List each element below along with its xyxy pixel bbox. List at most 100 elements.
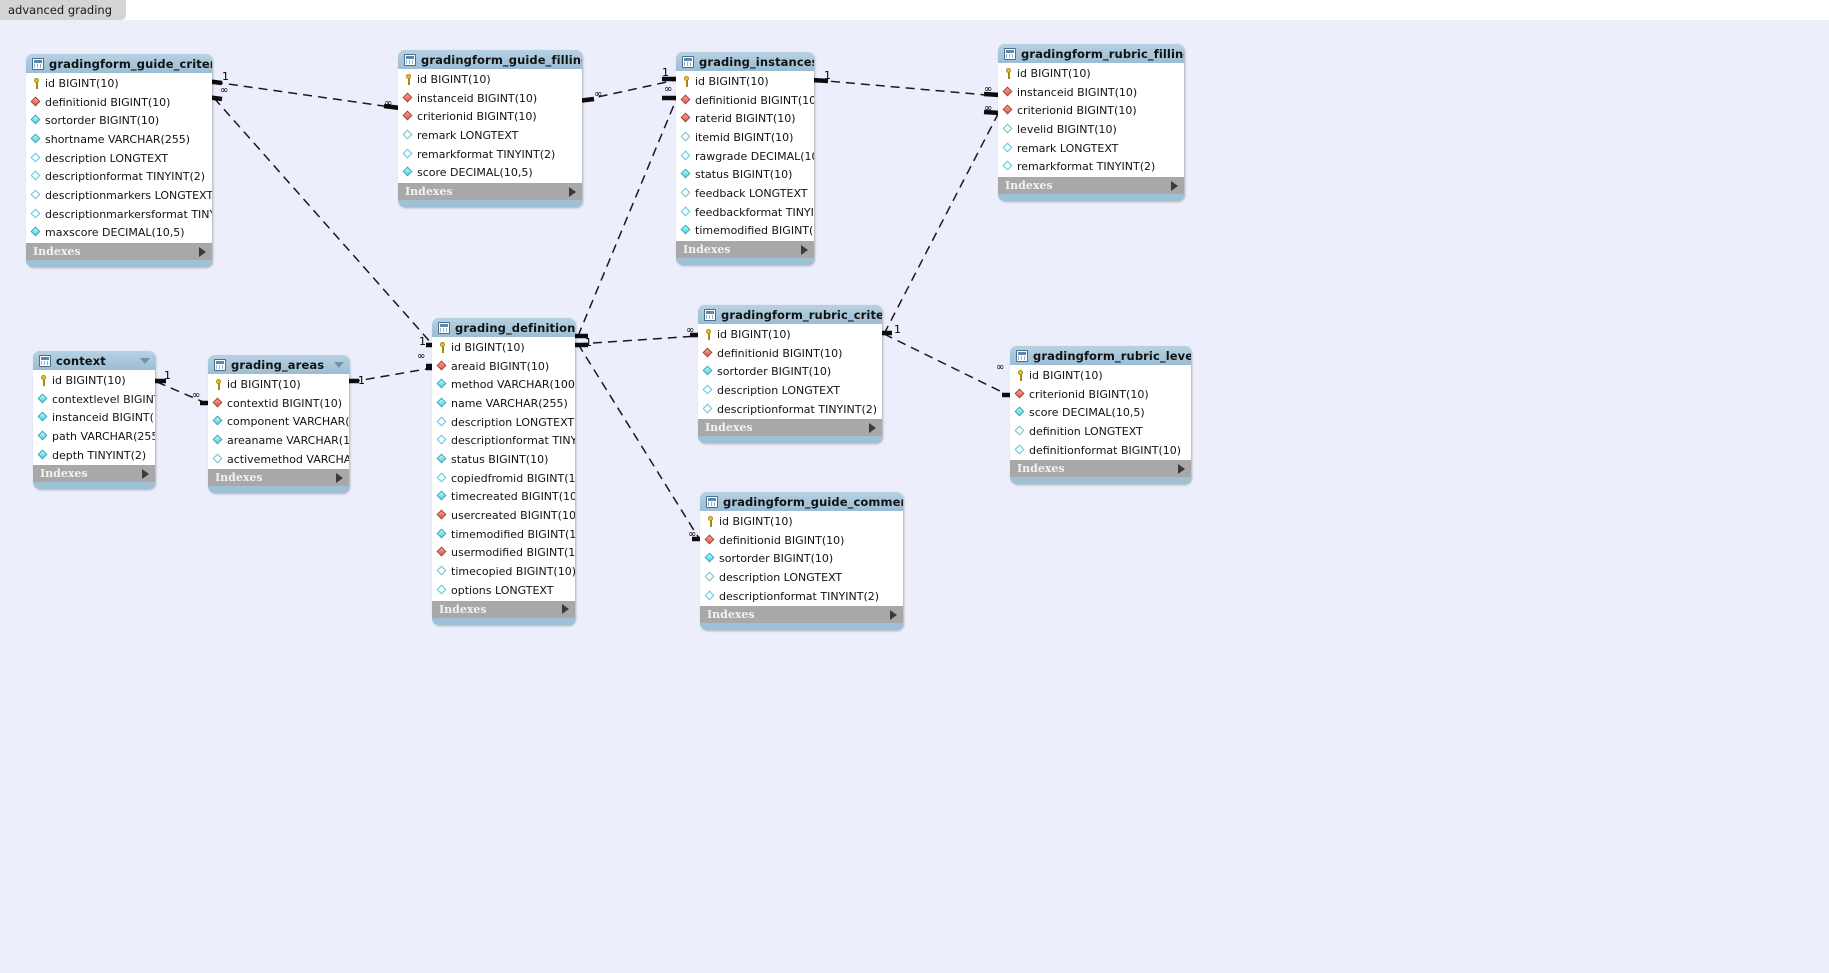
table-column[interactable]: timecopied BIGINT(10) — [432, 562, 575, 581]
table-column[interactable]: id BIGINT(10) — [208, 375, 349, 394]
table-column[interactable]: definition LONGTEXT — [1010, 422, 1191, 441]
table-column[interactable]: criterionid BIGINT(10) — [1010, 385, 1191, 404]
table-gradingform_rubric_criteria[interactable]: gradingform_rubric_criteriaid BIGINT(10)… — [698, 305, 882, 444]
table-column[interactable]: remarkformat TINYINT(2) — [398, 145, 582, 164]
triangle-right-icon[interactable] — [562, 604, 569, 615]
indexes-bar-gradingform_guide_comments[interactable]: Indexes — [700, 606, 903, 624]
table-column[interactable]: copiedfromid BIGINT(10) — [432, 469, 575, 488]
indexes-bar-gradingform_rubric_fillings[interactable]: Indexes — [998, 177, 1184, 195]
table-column[interactable]: remark LONGTEXT — [398, 126, 582, 145]
table-column[interactable]: score DECIMAL(10,5) — [398, 163, 582, 182]
table-header-gradingform_rubric_criteria[interactable]: gradingform_rubric_criteria — [698, 305, 882, 324]
table-column[interactable]: timecreated BIGINT(10) — [432, 488, 575, 507]
table-column[interactable]: name VARCHAR(255) — [432, 394, 575, 413]
table-column[interactable]: feedbackformat TINYINT(2) — [676, 203, 814, 222]
table-column[interactable]: id BIGINT(10) — [998, 64, 1184, 83]
table-grading_definitions[interactable]: grading_definitions id BIGINT(10) areaid B… — [432, 318, 575, 625]
table-header-gradingform_rubric_levels[interactable]: gradingform_rubric_levels — [1010, 346, 1191, 365]
table-column[interactable]: itemid BIGINT(10) — [676, 128, 814, 147]
table-column[interactable]: path VARCHAR(255) — [33, 427, 155, 446]
table-gradingform_rubric_fillings[interactable]: gradingform_rubric_fillings id BIGINT(10)… — [998, 44, 1184, 202]
triangle-right-icon[interactable] — [569, 186, 576, 197]
table-column[interactable]: instanceid BIGINT(10) — [998, 83, 1184, 102]
table-column[interactable]: descriptionformat TINYINT(2) — [700, 587, 903, 606]
table-column[interactable]: areaid BIGINT(10) — [432, 357, 575, 376]
table-column[interactable]: id BIGINT(10) — [1010, 366, 1191, 385]
indexes-bar-grading_instances[interactable]: Indexes — [676, 241, 814, 259]
table-column[interactable]: description LONGTEXT — [698, 381, 882, 400]
table-column[interactable]: instanceid BIGINT(10) — [33, 408, 155, 427]
triangle-right-icon[interactable] — [869, 422, 876, 433]
triangle-right-icon[interactable] — [1178, 463, 1185, 474]
table-column[interactable]: description LONGTEXT — [26, 149, 212, 168]
table-column[interactable]: criterionid BIGINT(10) — [398, 107, 582, 126]
table-column[interactable]: id BIGINT(10) — [26, 74, 212, 93]
table-header-grading_areas[interactable]: grading_areas — [208, 355, 349, 374]
indexes-bar-gradingform_rubric_levels[interactable]: Indexes — [1010, 460, 1191, 478]
table-header-context[interactable]: context — [33, 351, 155, 370]
triangle-right-icon[interactable] — [199, 246, 206, 257]
triangle-right-icon[interactable] — [1171, 180, 1178, 191]
table-column[interactable]: definitionid BIGINT(10) — [26, 93, 212, 112]
table-gradingform_rubric_levels[interactable]: gradingform_rubric_levels id BIGINT(10) cr… — [1010, 346, 1191, 485]
table-column[interactable]: contextlevel BIGINT(10) — [33, 390, 155, 409]
chevron-down-icon[interactable] — [334, 361, 344, 368]
table-column[interactable]: areaname VARCHAR(100) — [208, 431, 349, 450]
table-column[interactable]: levelid BIGINT(10) — [998, 120, 1184, 139]
indexes-bar-grading_areas[interactable]: Indexes — [208, 469, 349, 487]
table-column[interactable]: method VARCHAR(100) — [432, 375, 575, 394]
table-column[interactable]: activemethod VARCHAR(100) — [208, 450, 349, 469]
table-header-grading_instances[interactable]: grading_instances — [676, 52, 814, 71]
table-header-gradingform_guide_comments[interactable]: gradingform_guide_comments — [700, 492, 903, 511]
table-column[interactable]: feedback LONGTEXT — [676, 184, 814, 203]
chevron-down-icon[interactable] — [140, 357, 150, 364]
table-grading_areas[interactable]: grading_areas id BIGINT(10) contextid BIGI… — [208, 355, 349, 494]
table-column[interactable]: component VARCHAR(100) — [208, 412, 349, 431]
table-column[interactable]: depth TINYINT(2) — [33, 446, 155, 465]
table-column[interactable]: sortorder BIGINT(10) — [26, 111, 212, 130]
indexes-bar-gradingform_rubric_criteria[interactable]: Indexes — [698, 419, 882, 437]
table-column[interactable]: descriptionmarkers LONGTEXT — [26, 186, 212, 205]
table-column[interactable]: definitionid BIGINT(10) — [700, 531, 903, 550]
table-column[interactable]: criterionid BIGINT(10) — [998, 101, 1184, 120]
table-gradingform_guide_comments[interactable]: gradingform_guide_comments id BIGINT(10) d… — [700, 492, 903, 631]
table-column[interactable]: id BIGINT(10) — [33, 371, 155, 390]
table-column[interactable]: id BIGINT(10) — [698, 325, 882, 344]
triangle-right-icon[interactable] — [142, 468, 149, 479]
table-column[interactable]: timemodified BIGINT(10) — [676, 222, 814, 241]
triangle-right-icon[interactable] — [890, 609, 897, 620]
table-gradingform_guide_criteria[interactable]: gradingform_guide_criteria id BIGINT(10) d… — [26, 54, 212, 268]
table-column[interactable]: usercreated BIGINT(10) — [432, 506, 575, 525]
table-column[interactable]: definitionid BIGINT(10) — [676, 91, 814, 110]
table-column[interactable]: options LONGTEXT — [432, 581, 575, 600]
triangle-right-icon[interactable] — [336, 472, 343, 483]
table-column[interactable]: raterid BIGINT(10) — [676, 109, 814, 128]
table-column[interactable]: shortname VARCHAR(255) — [26, 130, 212, 149]
table-column[interactable]: contextid BIGINT(10) — [208, 394, 349, 413]
table-column[interactable]: timemodified BIGINT(10) — [432, 525, 575, 544]
indexes-bar-gradingform_guide_fillings[interactable]: Indexes — [398, 183, 582, 201]
table-column[interactable]: remark LONGTEXT — [998, 139, 1184, 158]
table-column[interactable]: descriptionformat TINYINT(2) — [26, 167, 212, 186]
table-column[interactable]: descriptionformat TINYINT(2) — [698, 400, 882, 419]
table-column[interactable]: id BIGINT(10) — [676, 72, 814, 91]
indexes-bar-grading_definitions[interactable]: Indexes — [432, 600, 575, 618]
table-column[interactable]: maxscore DECIMAL(10,5) — [26, 224, 212, 243]
triangle-right-icon[interactable] — [801, 244, 808, 255]
table-column[interactable]: sortorder BIGINT(10) — [700, 549, 903, 568]
table-column[interactable]: id BIGINT(10) — [432, 338, 575, 357]
table-column[interactable]: remarkformat TINYINT(2) — [998, 157, 1184, 176]
table-column[interactable]: status BIGINT(10) — [676, 165, 814, 184]
table-header-gradingform_rubric_fillings[interactable]: gradingform_rubric_fillings — [998, 44, 1184, 63]
table-column[interactable]: definitionformat BIGINT(10) — [1010, 441, 1191, 460]
table-column[interactable]: id BIGINT(10) — [700, 512, 903, 531]
table-column[interactable]: id BIGINT(10) — [398, 70, 582, 89]
table-grading_instances[interactable]: grading_instances id BIGINT(10) definition… — [676, 52, 814, 266]
table-column[interactable]: descriptionmarkersformat TINYINT(2) — [26, 205, 212, 224]
table-column[interactable]: sortorder BIGINT(10) — [698, 362, 882, 381]
indexes-bar-gradingform_guide_criteria[interactable]: Indexes — [26, 243, 212, 261]
table-gradingform_guide_fillings[interactable]: gradingform_guide_fillings id BIGINT(10) i… — [398, 50, 582, 208]
table-header-grading_definitions[interactable]: grading_definitions — [432, 318, 575, 337]
table-header-gradingform_guide_fillings[interactable]: gradingform_guide_fillings — [398, 50, 582, 69]
indexes-bar-context[interactable]: Indexes — [33, 465, 155, 483]
